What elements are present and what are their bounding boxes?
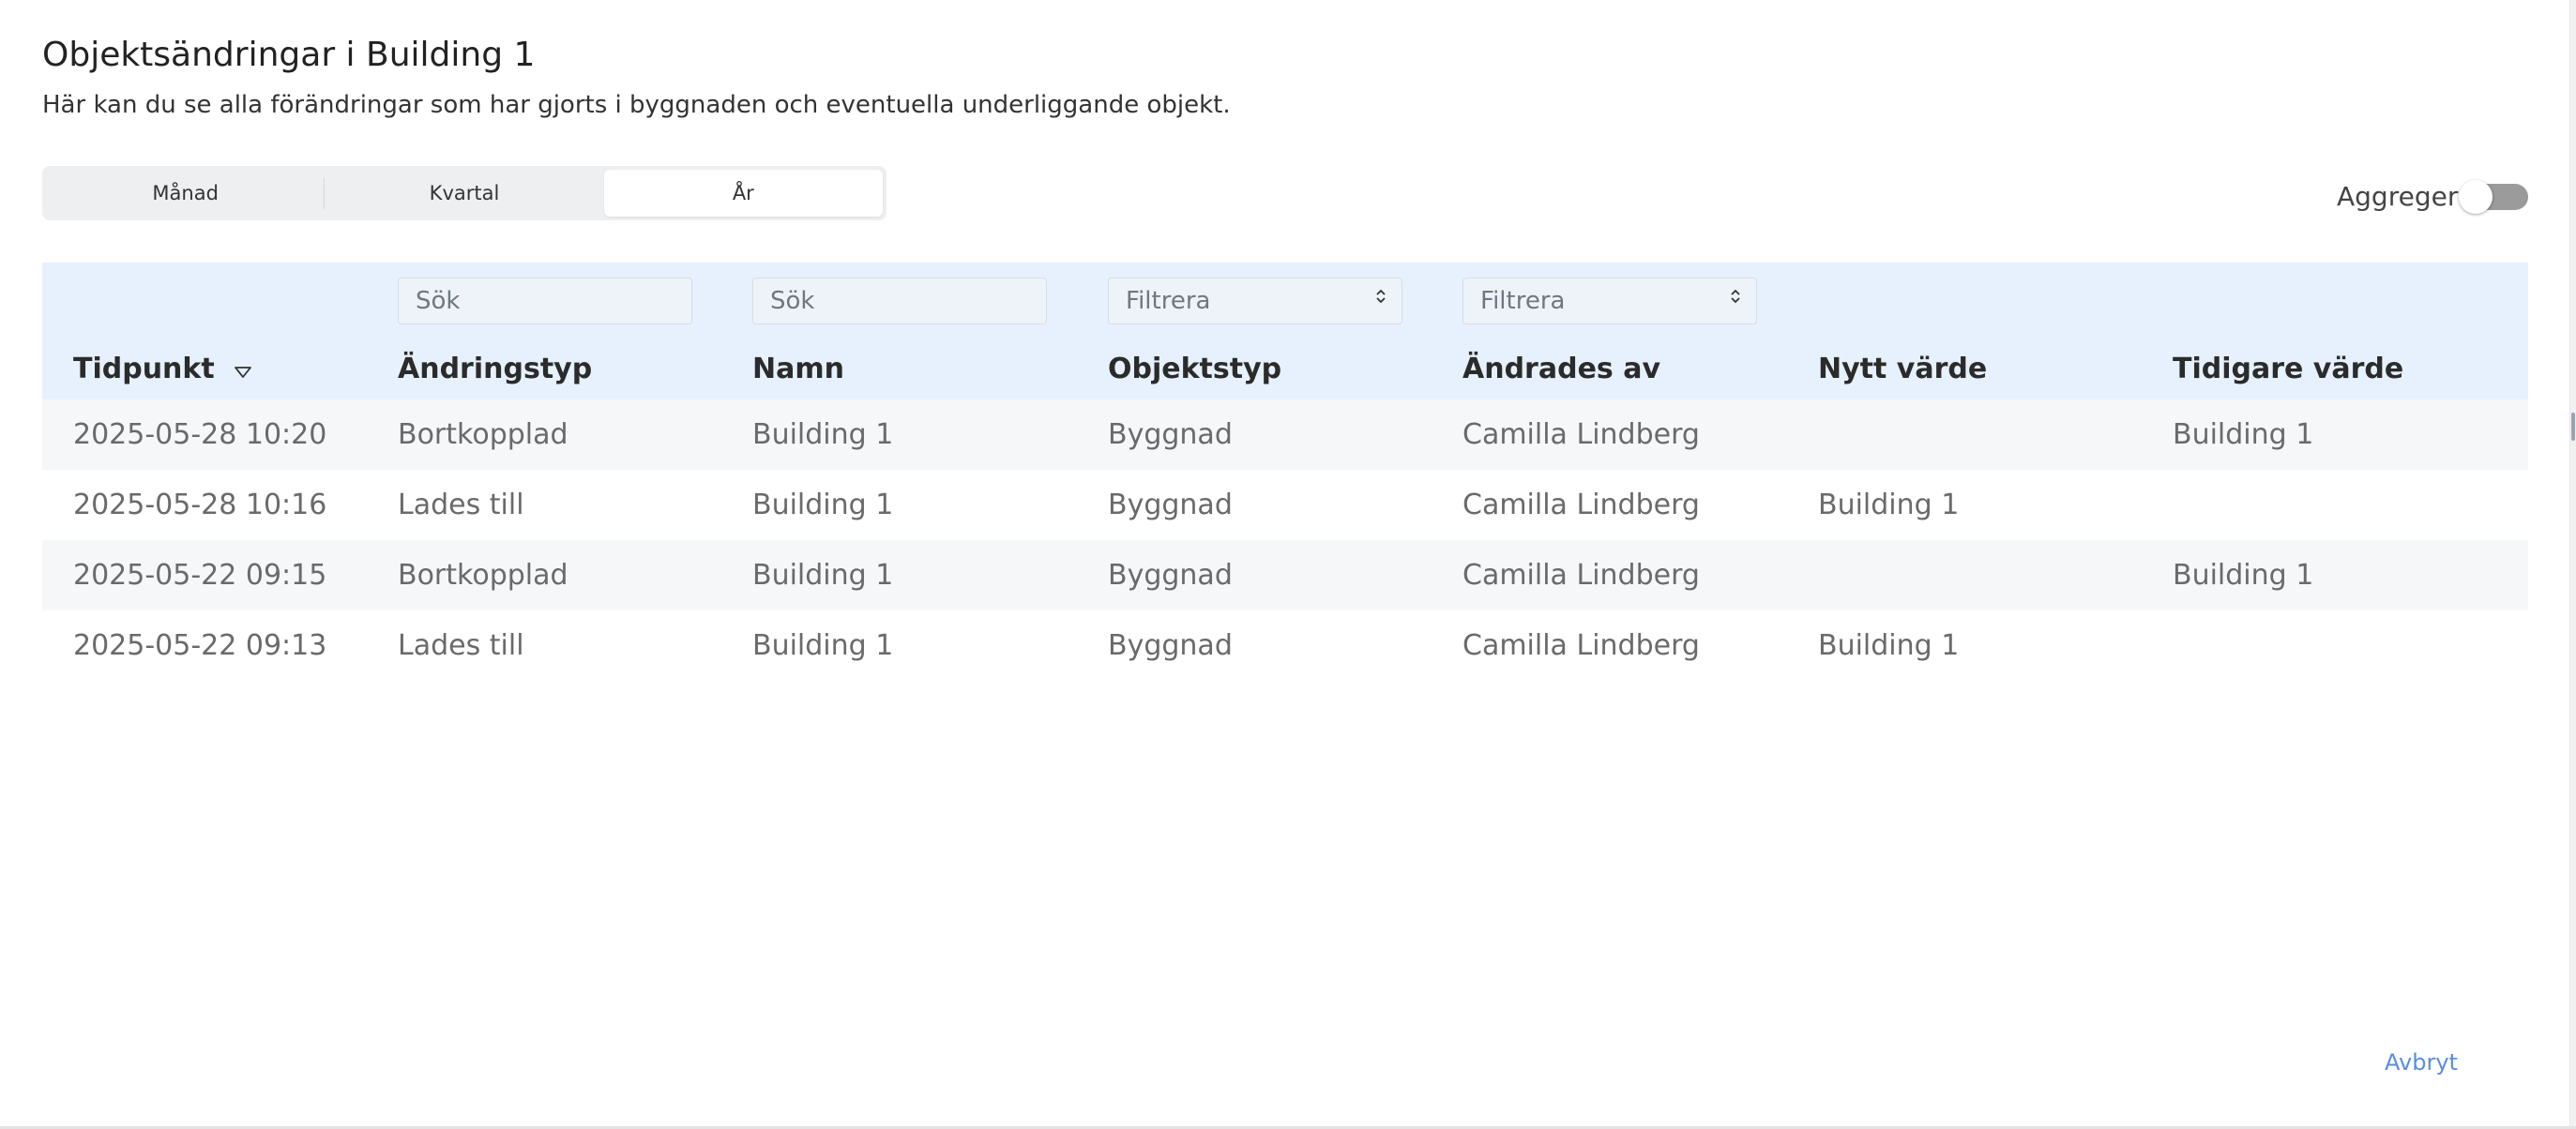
cell-changed-by: Camilla Lindberg [1462,629,1700,662]
toggle-knob [2459,180,2493,214]
cell-new-value: Building 1 [1818,629,1960,662]
cell-timestamp: 2025-05-22 09:13 [73,629,327,662]
cancel-button[interactable]: Avbryt [2385,1049,2458,1076]
cell-object-type: Byggnad [1108,489,1233,521]
column-header-changed-by[interactable]: Ändrades av [1462,353,1660,385]
cell-change-type: Bortkopplad [398,418,568,451]
tab-year[interactable]: År [603,170,883,217]
cell-name: Building 1 [752,559,894,592]
table-row[interactable]: 2025-05-28 10:16 Lades till Building 1 B… [42,470,2528,540]
cell-name: Building 1 [752,418,894,451]
table-row[interactable]: 2025-05-22 09:15 Bortkopplad Building 1 … [42,540,2528,610]
changed-by-filter-select[interactable]: Filtrera [1462,278,1757,324]
filter-placeholder: Sök [416,287,461,315]
cell-change-type: Bortkopplad [398,559,568,592]
name-search-input[interactable]: Sök [752,278,1047,324]
table-row[interactable]: 2025-05-28 10:20 Bortkopplad Building 1 … [42,399,2528,470]
select-chevron-icon [1375,278,1386,324]
cell-object-type: Byggnad [1108,559,1233,592]
cell-object-type: Byggnad [1108,629,1233,662]
cell-changed-by: Camilla Lindberg [1462,418,1700,451]
cell-timestamp: 2025-05-22 09:15 [73,559,327,592]
cell-new-value: Building 1 [1818,489,1960,521]
cell-change-type: Lades till [398,489,524,521]
select-chevron-icon [1730,278,1741,324]
filter-placeholder: Filtrera [1126,287,1211,315]
dialog-title: Objektsändringar i Building 1 [42,36,536,74]
changes-table: Sök Sök Filtrera Filtrera Tidpunkt Ändri… [42,263,2528,681]
column-header-label: Tidpunkt [73,353,215,385]
cell-changed-by: Camilla Lindberg [1462,489,1700,521]
cell-name: Building 1 [752,629,894,662]
aggregate-label: Aggregera [2337,181,2475,212]
cell-previous-value: Building 1 [2173,559,2314,592]
cell-object-type: Byggnad [1108,418,1233,451]
cell-changed-by: Camilla Lindberg [1462,559,1700,592]
column-header-previous-value[interactable]: Tidigare värde [2173,353,2403,385]
cell-name: Building 1 [752,489,894,521]
window-scrollbar[interactable] [2569,0,2576,1129]
aggregate-toggle[interactable] [2459,180,2528,214]
column-header-change-type[interactable]: Ändringstyp [398,353,592,385]
cell-timestamp: 2025-05-28 10:20 [73,418,327,451]
cell-timestamp: 2025-05-28 10:16 [73,489,327,521]
column-header-object-type[interactable]: Objektstyp [1108,353,1281,385]
object-type-filter-select[interactable]: Filtrera [1108,278,1402,324]
column-header-name[interactable]: Namn [752,353,844,385]
tab-month[interactable]: Månad [46,170,326,217]
column-header-timestamp[interactable]: Tidpunkt [73,353,252,386]
filter-placeholder: Filtrera [1480,287,1566,315]
scrollbar-thumb[interactable] [2571,413,2575,441]
table-header: Sök Sök Filtrera Filtrera Tidpunkt Ändri… [42,263,2528,399]
filter-placeholder: Sök [770,287,815,315]
tab-quarter[interactable]: Kvartal [325,170,603,217]
period-selector: Månad Kvartal År [42,166,886,220]
dialog-subtitle: Här kan du se alla förändringar som har … [42,91,1231,119]
sort-descending-icon[interactable] [234,354,252,386]
change-type-search-input[interactable]: Sök [398,278,692,324]
cell-change-type: Lades till [398,629,524,662]
table-row[interactable]: 2025-05-22 09:13 Lades till Building 1 B… [42,610,2528,681]
column-header-new-value[interactable]: Nytt värde [1818,353,1987,385]
cell-previous-value: Building 1 [2173,418,2314,451]
